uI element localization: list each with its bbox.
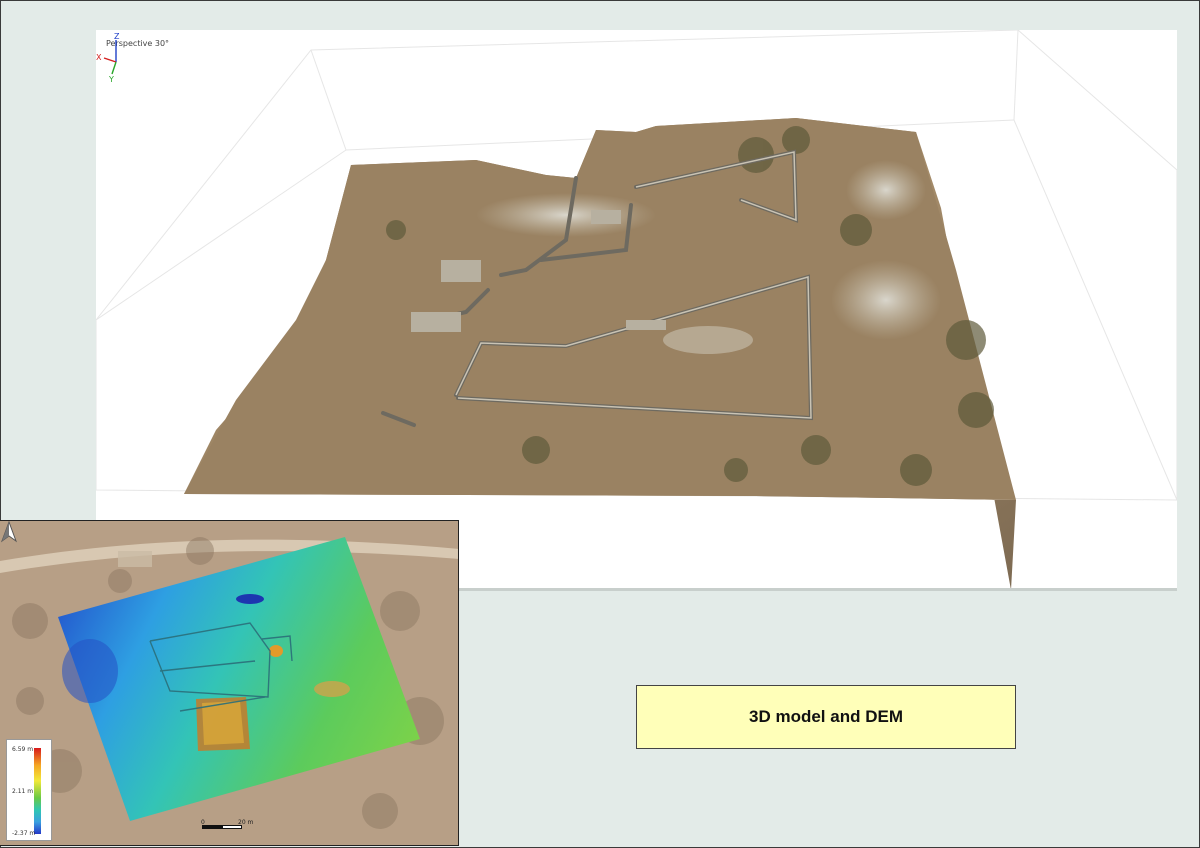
- scale-start: 0: [201, 819, 205, 826]
- elevation-legend: 6.59 m 2.11 m -2.37 m: [6, 739, 52, 841]
- elevation-color-ramp: [34, 748, 41, 834]
- axis-z-label: Z: [114, 32, 120, 41]
- 3d-viewport[interactable]: Perspective 30° Z X Y: [96, 30, 1177, 591]
- dem-map: [0, 521, 458, 845]
- north-arrow-icon: [0, 521, 18, 543]
- 3d-scene: [96, 30, 1177, 588]
- axis-gizmo-icon[interactable]: Z X Y: [96, 30, 136, 82]
- legend-mid: 2.11 m: [12, 788, 34, 795]
- scale-bar: 0 20 m: [201, 819, 262, 833]
- title-box: 3D model and DEM: [636, 685, 1016, 749]
- dem-inset-map: 6.59 m 2.11 m -2.37 m 0 20 m: [0, 520, 459, 846]
- legend-max: 6.59 m: [12, 746, 34, 753]
- slide-title: 3D model and DEM: [749, 707, 903, 726]
- terrain-model: [184, 118, 1016, 588]
- axis-y-label: Y: [108, 75, 114, 82]
- legend-min: -2.37 m: [12, 830, 36, 837]
- axis-x-label: X: [96, 53, 102, 62]
- scale-end: 20 m: [238, 819, 254, 826]
